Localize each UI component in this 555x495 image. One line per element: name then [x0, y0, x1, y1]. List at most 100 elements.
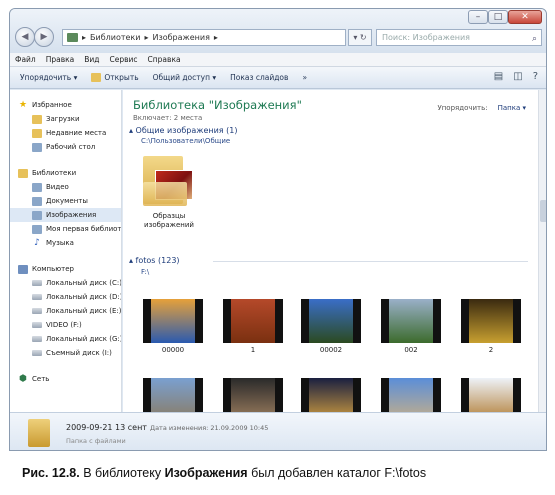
removable-drive-icon [32, 350, 42, 356]
photo-label[interactable]: 00002 [301, 346, 361, 354]
share-button[interactable]: Общий доступ ▾ [153, 73, 216, 82]
photo-thumbnail[interactable] [461, 378, 521, 412]
folder-front-icon [143, 182, 187, 206]
figure-caption: Рис. 12.8. В библиотеку Изображения был … [22, 466, 426, 480]
favorites-group: ★ Избранное Загрузки Недавние места Рабоч… [10, 98, 121, 154]
menu-file[interactable]: Файл [15, 53, 36, 66]
preview-pane-icon[interactable]: ◫ [513, 71, 522, 82]
details-date-modified: Дата изменения: 21.09.2009 10:45 [150, 424, 269, 432]
nav-drive-f[interactable]: VIDEO (F:) [10, 318, 121, 332]
nav-network[interactable]: ⬢ Сеть [10, 372, 121, 386]
section-header-shared[interactable]: ▴ Общие изображения (1) [129, 126, 238, 135]
scroll-thumb[interactable] [540, 200, 546, 222]
help-icon[interactable]: ? [533, 71, 538, 82]
nav-label: Документы [46, 197, 88, 205]
open-button[interactable]: Открыть [91, 73, 139, 82]
section-path-fotos[interactable]: F:\ [141, 268, 149, 276]
nav-drive-i[interactable]: Съемный диск (I:) [10, 346, 121, 360]
star-icon: ★ [18, 99, 28, 110]
photo-thumbnail[interactable] [143, 299, 203, 343]
photo-thumbnail[interactable] [223, 378, 283, 412]
photo-thumbnail[interactable] [381, 299, 441, 343]
arrange-by: Упорядочить: Папка ▾ [437, 104, 526, 112]
libraries-group: Библиотеки Видео Документы Изображения М… [10, 166, 121, 250]
photo-image [151, 299, 195, 343]
photo-thumbnail[interactable] [143, 378, 203, 412]
search-placeholder: Поиск: Изображения [382, 33, 470, 42]
photo-thumbnail[interactable] [301, 378, 361, 412]
search-input[interactable]: Поиск: Изображения ⌕ [376, 29, 542, 46]
sample-images-label[interactable]: Образцы изображений [137, 212, 201, 230]
nav-images[interactable]: Изображения [10, 208, 121, 222]
nav-music[interactable]: ♪ Музыка [10, 236, 121, 250]
photo-thumbnail[interactable] [301, 299, 361, 343]
organize-button[interactable]: Упорядочить ▾ [20, 73, 77, 82]
caption-text: В библиотеку [79, 466, 165, 480]
photo-image [231, 378, 275, 412]
close-button[interactable]: ✕ [508, 10, 542, 24]
nav-label: Видео [46, 183, 69, 191]
nav-recent[interactable]: Недавние места [10, 126, 121, 140]
address-bar[interactable]: ▸ Библиотеки ▸ Изображения ▸ [62, 29, 346, 46]
nav-drive-c[interactable]: Локальный диск (C:) [10, 276, 121, 290]
nav-label: Моя первая библиотека [46, 225, 122, 233]
drive-icon [32, 322, 42, 328]
nav-favorites[interactable]: ★ Избранное [10, 98, 121, 112]
maximize-button[interactable]: □ [488, 10, 508, 24]
refresh-button[interactable]: ▾ ↻ [348, 29, 372, 46]
photo-thumbnail[interactable] [381, 378, 441, 412]
nav-desktop[interactable]: Рабочий стол [10, 140, 121, 154]
view-controls: ▤ ◫ ? [494, 71, 538, 82]
arrange-dropdown[interactable]: Папка ▾ [498, 104, 526, 112]
vertical-scrollbar[interactable] [538, 90, 546, 412]
back-button[interactable]: ◀ [15, 27, 35, 47]
library-locations-link[interactable]: Включает: 2 места [133, 114, 202, 122]
more-label: » [302, 73, 308, 82]
photo-label[interactable]: 00000 [143, 346, 203, 354]
photo-image [469, 378, 513, 412]
menu-help[interactable]: Справка [148, 53, 181, 66]
nav-video[interactable]: Видео [10, 180, 121, 194]
more-button[interactable]: » [302, 73, 307, 82]
minimize-button[interactable]: – [468, 10, 488, 24]
open-label: Открыть [104, 73, 139, 82]
photo-image [231, 299, 275, 343]
section-path-shared[interactable]: C:\Пользователи\Общие [141, 137, 230, 145]
breadcrumb-images[interactable]: Изображения [152, 33, 209, 42]
photo-thumbnail[interactable] [461, 299, 521, 343]
details-pane: 2009-09-21 13 сент Дата изменения: 21.09… [10, 412, 546, 450]
photo-label[interactable]: 2 [461, 346, 521, 354]
nav-computer[interactable]: Компьютер [10, 262, 121, 276]
libraries-icon [18, 168, 28, 178]
menu-edit[interactable]: Правка [46, 53, 75, 66]
nav-libraries[interactable]: Библиотеки [10, 166, 121, 180]
breadcrumb-sep-icon: ▸ [144, 33, 149, 42]
menu-tools[interactable]: Сервис [110, 53, 138, 66]
library-title: Библиотека "Изображения" [133, 98, 302, 112]
nav-documents[interactable]: Документы [10, 194, 121, 208]
slideshow-button[interactable]: Показ слайдов [230, 73, 288, 82]
title-bar: – □ ✕ ◀ ▶ ▸ Библиотеки ▸ Изображения ▸ ▾… [10, 9, 546, 53]
section-header-fotos[interactable]: ▴ fotos (123) [129, 256, 180, 265]
menu-view[interactable]: Вид [84, 53, 99, 66]
sample-images-folder[interactable] [143, 152, 195, 208]
nav-drive-g[interactable]: Локальный диск (G:) [10, 332, 121, 346]
nav-drive-d[interactable]: Локальный диск (D:) [10, 290, 121, 304]
photo-label[interactable]: 1 [223, 346, 283, 354]
network-group: ⬢ Сеть [10, 372, 121, 386]
photo-label[interactable]: 002 [381, 346, 441, 354]
nav-label: Библиотеки [32, 169, 77, 177]
photo-thumbnail[interactable] [223, 299, 283, 343]
nav-drive-e[interactable]: Локальный диск (E:) [10, 304, 121, 318]
search-icon[interactable]: ⌕ [532, 32, 537, 47]
music-icon: ♪ [34, 237, 40, 248]
view-options-icon[interactable]: ▤ [494, 71, 503, 82]
details-type: Папка с файлами [66, 437, 126, 445]
nav-downloads[interactable]: Загрузки [10, 112, 121, 126]
nav-my-library[interactable]: Моя первая библиотека [10, 222, 121, 236]
caption-prefix: Рис. 12.8. [22, 466, 80, 480]
breadcrumb-libraries[interactable]: Библиотеки [90, 33, 140, 42]
content-pane: Библиотека "Изображения" Включает: 2 мес… [123, 90, 546, 412]
forward-button[interactable]: ▶ [34, 27, 54, 47]
drive-icon [32, 280, 42, 286]
